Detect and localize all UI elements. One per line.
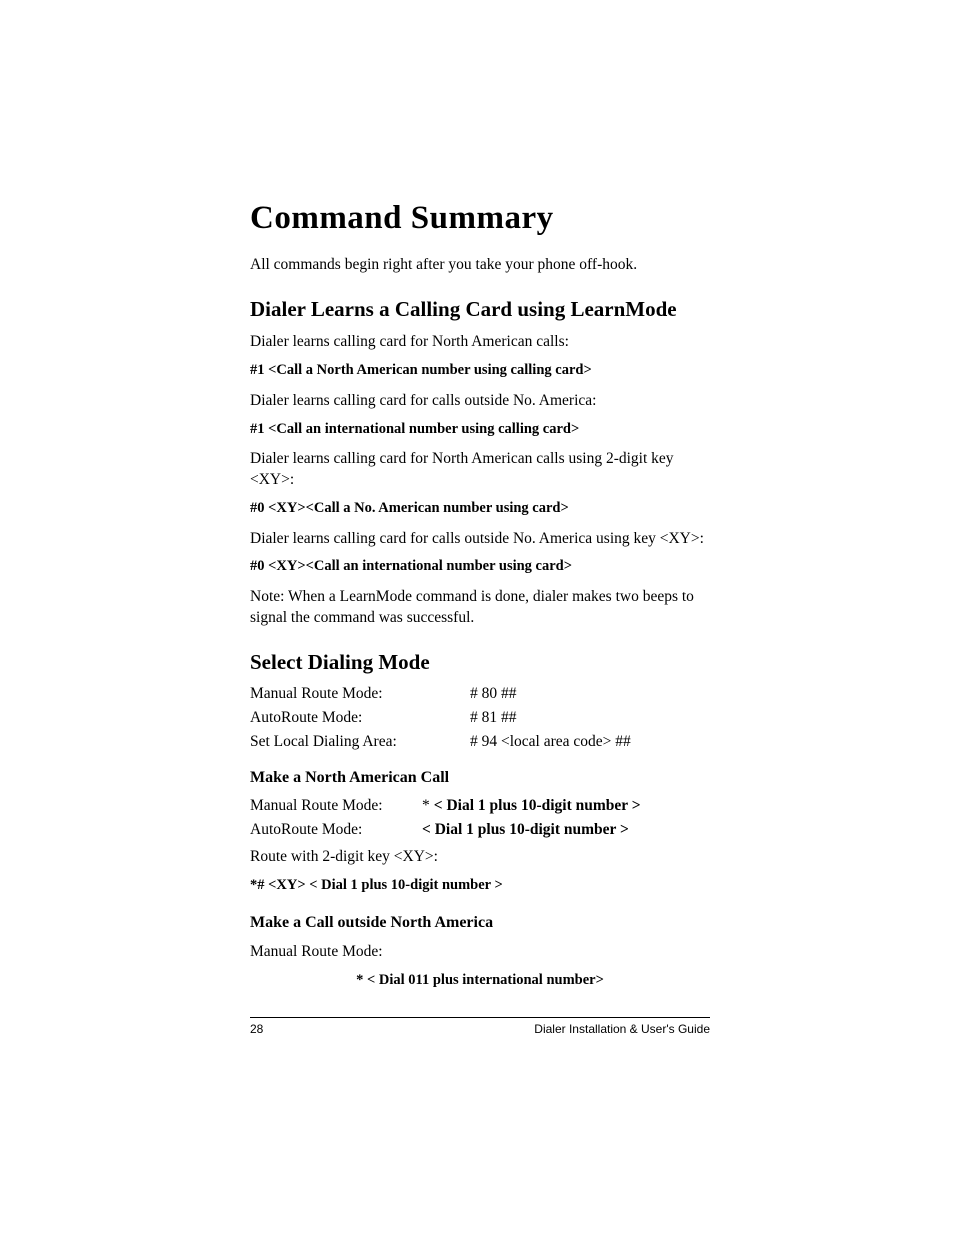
na-call-desc: Route with 2-digit key <XY>:	[250, 847, 710, 868]
na-call-value: < Dial 1 plus 10-digit number >	[422, 821, 710, 839]
page-footer: 28 Dialer Installation & User's Guide	[250, 1017, 710, 1036]
learnmode-cmd-3: #0 <XY><Call a No. American number using…	[250, 499, 710, 519]
mode-value: # 94 <local area code> ##	[470, 733, 710, 751]
mode-label: Set Local Dialing Area:	[250, 733, 470, 751]
mode-value: # 81 ##	[470, 709, 710, 727]
page-number: 28	[250, 1022, 263, 1036]
section-intl-call-heading: Make a Call outside North America	[250, 914, 710, 932]
section-learnmode-heading: Dialer Learns a Calling Card using Learn…	[250, 296, 710, 322]
learnmode-desc-3: Dialer learns calling card for North Ame…	[250, 449, 710, 491]
learnmode-note: Note: When a LearnMode command is done, …	[250, 587, 710, 629]
learnmode-desc-2: Dialer learns calling card for calls out…	[250, 391, 710, 412]
mode-row: AutoRoute Mode: # 81 ##	[250, 709, 710, 727]
mode-label: AutoRoute Mode:	[250, 709, 470, 727]
page-title: Command Summary	[250, 200, 710, 237]
na-call-label: AutoRoute Mode:	[250, 821, 422, 839]
learnmode-cmd-1: #1 <Call a North American number using c…	[250, 361, 710, 381]
na-call-row: Manual Route Mode: * < Dial 1 plus 10-di…	[250, 797, 710, 815]
mode-value: # 80 ##	[470, 685, 710, 703]
learnmode-desc-4: Dialer learns calling card for calls out…	[250, 529, 710, 550]
na-call-cmd: *# <XY> < Dial 1 plus 10-digit number >	[250, 876, 710, 896]
na-call-star: *	[422, 797, 430, 815]
mode-row: Manual Route Mode: # 80 ##	[250, 685, 710, 703]
learnmode-cmd-4: #0 <XY><Call an international number usi…	[250, 557, 710, 577]
section-na-call-heading: Make a North American Call	[250, 769, 710, 787]
section-dialing-mode-heading: Select Dialing Mode	[250, 649, 710, 675]
intl-call-desc: Manual Route Mode:	[250, 942, 710, 963]
mode-row: Set Local Dialing Area: # 94 <local area…	[250, 733, 710, 751]
intro-text: All commands begin right after you take …	[250, 255, 710, 276]
learnmode-desc-1: Dialer learns calling card for North Ame…	[250, 332, 710, 353]
learnmode-cmd-2: #1 <Call an international number using c…	[250, 420, 710, 440]
mode-label: Manual Route Mode:	[250, 685, 470, 703]
na-call-row: AutoRoute Mode: < Dial 1 plus 10-digit n…	[250, 821, 710, 839]
footer-title: Dialer Installation & User's Guide	[534, 1022, 710, 1036]
na-call-label: Manual Route Mode:	[250, 797, 422, 815]
intl-call-cmd: * < Dial 011 plus international number>	[250, 971, 710, 991]
na-call-value: < Dial 1 plus 10-digit number >	[434, 797, 710, 815]
